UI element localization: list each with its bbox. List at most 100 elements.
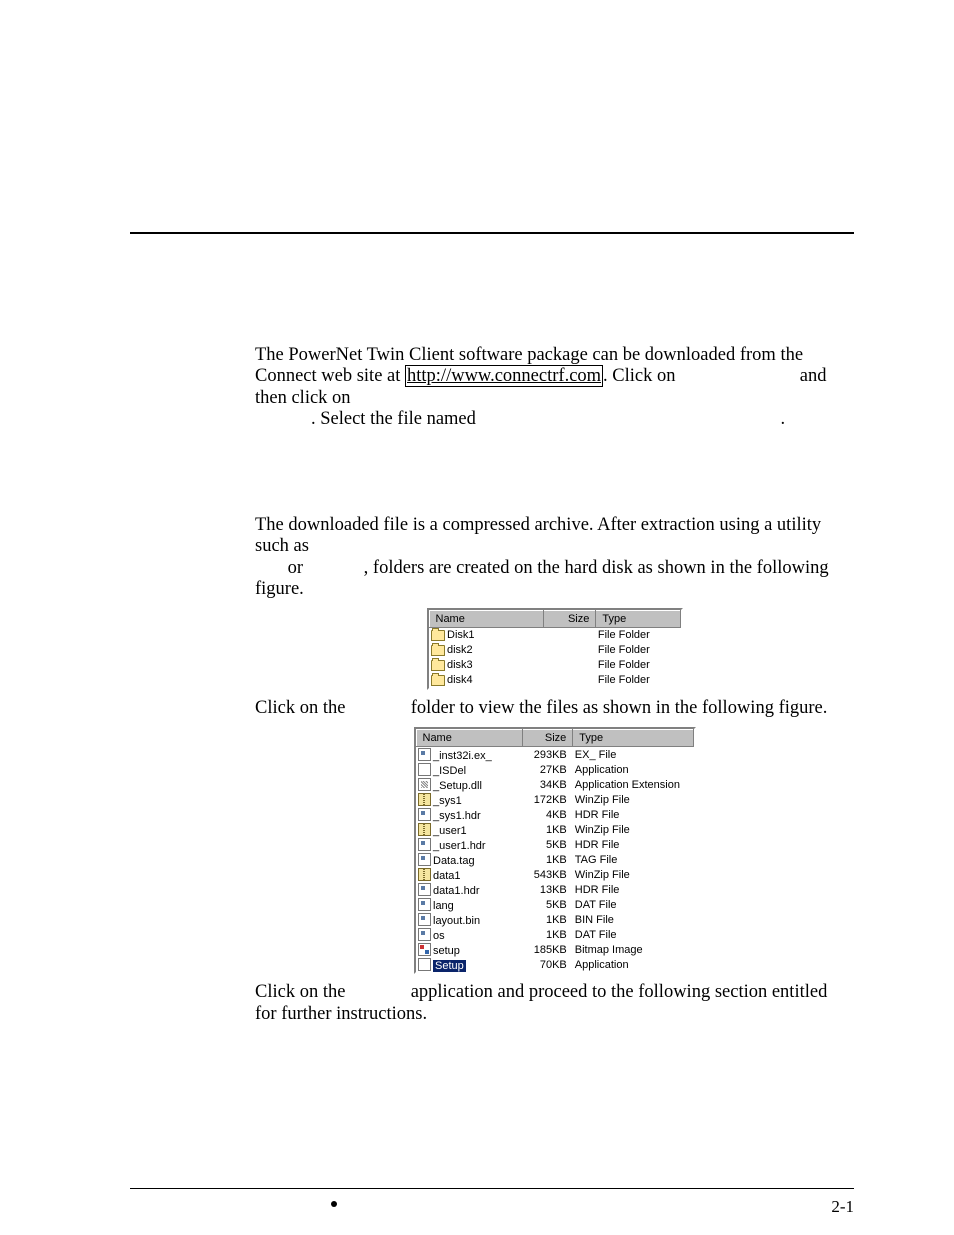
- file-type: File Folder: [596, 673, 680, 688]
- file-type: BIN File: [573, 912, 693, 927]
- list-item[interactable]: Data.tag 1KBTAG File: [416, 852, 693, 867]
- download-link[interactable]: http://www.connectrf.com: [405, 365, 603, 387]
- file-name: _sys1: [433, 795, 462, 807]
- file-size: 5KB: [522, 837, 573, 852]
- paragraph-extract: The downloaded file is a compressed arch…: [255, 515, 854, 600]
- file-type: Bitmap Image: [573, 942, 693, 957]
- file-size: [544, 643, 596, 658]
- bmp-icon: [418, 943, 431, 956]
- file-type: File Folder: [596, 628, 680, 644]
- column-header-type[interactable]: Type: [573, 730, 693, 747]
- list-item[interactable]: _sys1.hdr4KBHDR File: [416, 807, 693, 822]
- column-header-name[interactable]: Name: [416, 730, 522, 747]
- file-type: DAT File: [573, 927, 693, 942]
- file-size: [544, 673, 596, 688]
- list-item[interactable]: data1543KBWinZip File: [416, 867, 693, 882]
- list-item[interactable]: _user11KBWinZip File: [416, 822, 693, 837]
- folder-icon: [431, 645, 445, 656]
- file-list-figure: Name Size Type _inst32i.ex_293KBEX_ File…: [414, 727, 696, 974]
- file-name: setup: [433, 945, 460, 957]
- list-item[interactable]: _inst32i.ex_293KBEX_ File: [416, 747, 693, 763]
- list-item[interactable]: _sys1172KBWinZip File: [416, 792, 693, 807]
- paragraph-click-folder: Click on the folder to view the files as…: [255, 698, 854, 719]
- file-type: Application: [573, 762, 693, 777]
- list-item[interactable]: _ISDel 27KBApplication: [416, 762, 693, 777]
- list-item[interactable]: _Setup.dll34KBApplication Extension: [416, 777, 693, 792]
- file-name: Data.tag: [433, 855, 475, 867]
- file-name: Disk1: [447, 629, 475, 641]
- column-header-name[interactable]: Name: [429, 611, 544, 628]
- list-item[interactable]: disk3 File Folder: [429, 658, 680, 673]
- gen-icon: [418, 808, 431, 821]
- list-item[interactable]: disk4 File Folder: [429, 673, 680, 688]
- column-header-size[interactable]: Size: [522, 730, 573, 747]
- file-type: TAG File: [573, 852, 693, 867]
- file-size: 13KB: [522, 882, 573, 897]
- file-name: _user1.hdr: [433, 840, 486, 852]
- text: The downloaded file is a compressed arch…: [255, 515, 821, 556]
- top-rule: [130, 232, 854, 234]
- list-item[interactable]: _user1.hdr5KBHDR File: [416, 837, 693, 852]
- paragraph-download: The PowerNet Twin Client software packag…: [255, 345, 854, 430]
- file-type: DAT File: [573, 897, 693, 912]
- text: application and proceed to the following…: [406, 982, 827, 1002]
- file-type: Application Extension: [573, 777, 693, 792]
- file-list-table: Name Size Type _inst32i.ex_293KBEX_ File…: [416, 729, 694, 972]
- folder-icon: [431, 630, 445, 641]
- folder-icon: [431, 660, 445, 671]
- list-item[interactable]: lang 5KBDAT File: [416, 897, 693, 912]
- zip-icon: [418, 868, 431, 881]
- list-item[interactable]: setup 185KBBitmap Image: [416, 942, 693, 957]
- gen-icon: [418, 883, 431, 896]
- folder-icon: [431, 675, 445, 686]
- file-size: 5KB: [522, 897, 573, 912]
- text: . Click on: [603, 366, 680, 386]
- list-item[interactable]: Setup70KBApplication: [416, 957, 693, 972]
- file-size: 1KB: [522, 927, 573, 942]
- list-item[interactable]: Disk1 File Folder: [429, 628, 680, 644]
- gen-icon: [418, 913, 431, 926]
- file-name: _sys1.hdr: [433, 810, 481, 822]
- list-item[interactable]: layout.bin 1KBBIN File: [416, 912, 693, 927]
- file-name: disk4: [447, 674, 473, 686]
- file-size: 185KB: [522, 942, 573, 957]
- zip-icon: [418, 823, 431, 836]
- list-item[interactable]: os 1KBDAT File: [416, 927, 693, 942]
- file-name: _user1: [433, 825, 467, 837]
- file-size: 1KB: [522, 852, 573, 867]
- file-size: [544, 658, 596, 673]
- file-size: 1KB: [522, 912, 573, 927]
- text: . Select the file named: [311, 409, 481, 429]
- bottom-rule: [130, 1188, 854, 1189]
- column-header-size[interactable]: Size: [544, 611, 596, 628]
- file-name: layout.bin: [433, 915, 480, 927]
- file-type: File Folder: [596, 658, 680, 673]
- file-name: lang: [433, 900, 454, 912]
- list-item[interactable]: data1.hdr 13KBHDR File: [416, 882, 693, 897]
- file-size: 27KB: [522, 762, 573, 777]
- file-type: HDR File: [573, 882, 693, 897]
- file-name: disk3: [447, 659, 473, 671]
- file-type: Application: [573, 957, 693, 972]
- text: , folders are created on the hard disk a…: [255, 558, 829, 599]
- file-type: File Folder: [596, 643, 680, 658]
- file-type: HDR File: [573, 807, 693, 822]
- file-size: 293KB: [522, 747, 573, 763]
- footer-bullet-icon: [331, 1201, 337, 1207]
- file-size: 543KB: [522, 867, 573, 882]
- column-header-type[interactable]: Type: [596, 611, 680, 628]
- file-name: data1.hdr: [433, 885, 479, 897]
- file-size: 172KB: [522, 792, 573, 807]
- file-type: WinZip File: [573, 867, 693, 882]
- text: .: [781, 409, 786, 429]
- file-name: _ISDel: [433, 765, 466, 777]
- gen-icon: [418, 748, 431, 761]
- file-name: os: [433, 930, 445, 942]
- text: for further instructions.: [255, 1004, 427, 1024]
- text: or: [283, 558, 308, 578]
- file-size: 70KB: [522, 957, 573, 972]
- gen-icon: [418, 928, 431, 941]
- file-size: [544, 628, 596, 644]
- list-item[interactable]: disk2File Folder: [429, 643, 680, 658]
- gen-icon: [418, 838, 431, 851]
